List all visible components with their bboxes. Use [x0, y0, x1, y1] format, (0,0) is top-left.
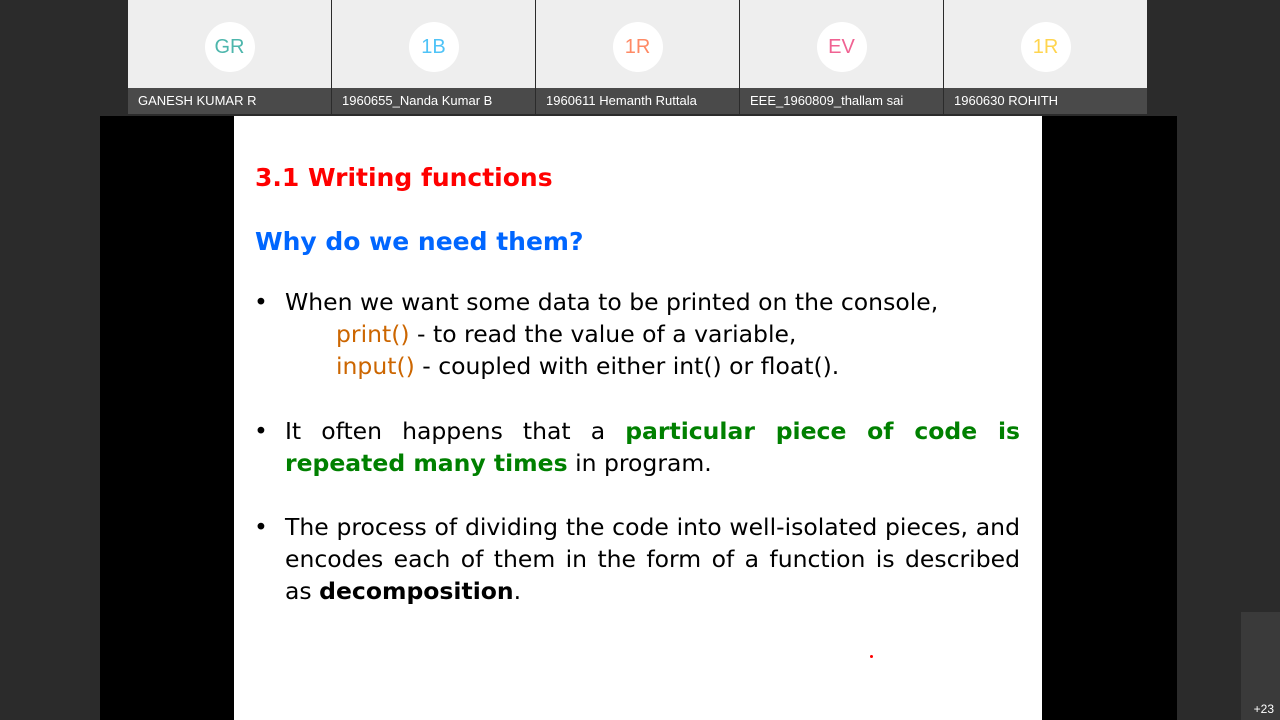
- bullet-text: - to read the value of a variable,: [409, 320, 797, 348]
- participant-avatar: GR: [204, 22, 255, 72]
- participant-name: GANESH KUMAR R: [128, 88, 331, 114]
- bullet-text: in program.: [567, 449, 712, 477]
- emphasized-text: decomposition: [319, 577, 514, 605]
- bullet-marker: •: [254, 513, 268, 541]
- function-name: print(): [336, 320, 410, 348]
- participant-strip: GR GANESH KUMAR R 1B 1960655_Nanda Kumar…: [128, 0, 1149, 114]
- laser-pointer-dot: [870, 655, 873, 658]
- bullet-paragraph: It often happens that a particular piece…: [285, 415, 1020, 479]
- participant-tile[interactable]: EV EEE_1960809_thallam sai: [740, 0, 943, 114]
- participant-avatar: 1B: [408, 22, 459, 72]
- participant-tile[interactable]: 1R 1960611 Hemanth Ruttala: [536, 0, 739, 114]
- bullet-paragraph: The process of dividing the code into we…: [285, 511, 1020, 607]
- slide-title: 3.1 Writing functions: [255, 163, 553, 192]
- participant-tile[interactable]: 1R 1960630 ROHITH: [944, 0, 1147, 114]
- participant-tile[interactable]: 1B 1960655_Nanda Kumar B: [332, 0, 535, 114]
- bullet-text: .: [513, 577, 522, 605]
- bullet-item: • It often happens that a particular pie…: [254, 415, 1020, 479]
- more-participants-panel[interactable]: +23: [1241, 612, 1280, 720]
- bullet-line: When we want some data to be printed on …: [285, 288, 939, 316]
- participant-name: 1960630 ROHITH: [944, 88, 1147, 114]
- participant-name: EEE_1960809_thallam sai: [740, 88, 943, 114]
- participant-avatar: EV: [816, 22, 867, 72]
- bullet-line: print() - to read the value of a variabl…: [285, 318, 1020, 350]
- participant-name: 1960611 Hemanth Ruttala: [536, 88, 739, 114]
- function-name: input(): [336, 352, 415, 380]
- more-participants-count: +23: [1253, 702, 1274, 716]
- participant-avatar: 1R: [1020, 22, 1071, 72]
- bullet-marker: •: [254, 288, 268, 316]
- bullet-text: It often happens that a: [285, 417, 626, 445]
- participant-name: 1960655_Nanda Kumar B: [332, 88, 535, 114]
- bullet-text: - coupled with either int() or float().: [414, 352, 840, 380]
- bullet-item: • The process of dividing the code into …: [254, 511, 1020, 607]
- participant-avatar: 1R: [612, 22, 663, 72]
- participant-tile[interactable]: GR GANESH KUMAR R: [128, 0, 331, 114]
- shared-slide: 3.1 Writing functions Why do we need the…: [234, 116, 1042, 720]
- bullet-line: input() - coupled with either int() or f…: [285, 350, 1020, 382]
- slide-subtitle: Why do we need them?: [255, 227, 584, 256]
- bullet-item: • When we want some data to be printed o…: [254, 286, 1020, 382]
- bullet-marker: •: [254, 417, 268, 445]
